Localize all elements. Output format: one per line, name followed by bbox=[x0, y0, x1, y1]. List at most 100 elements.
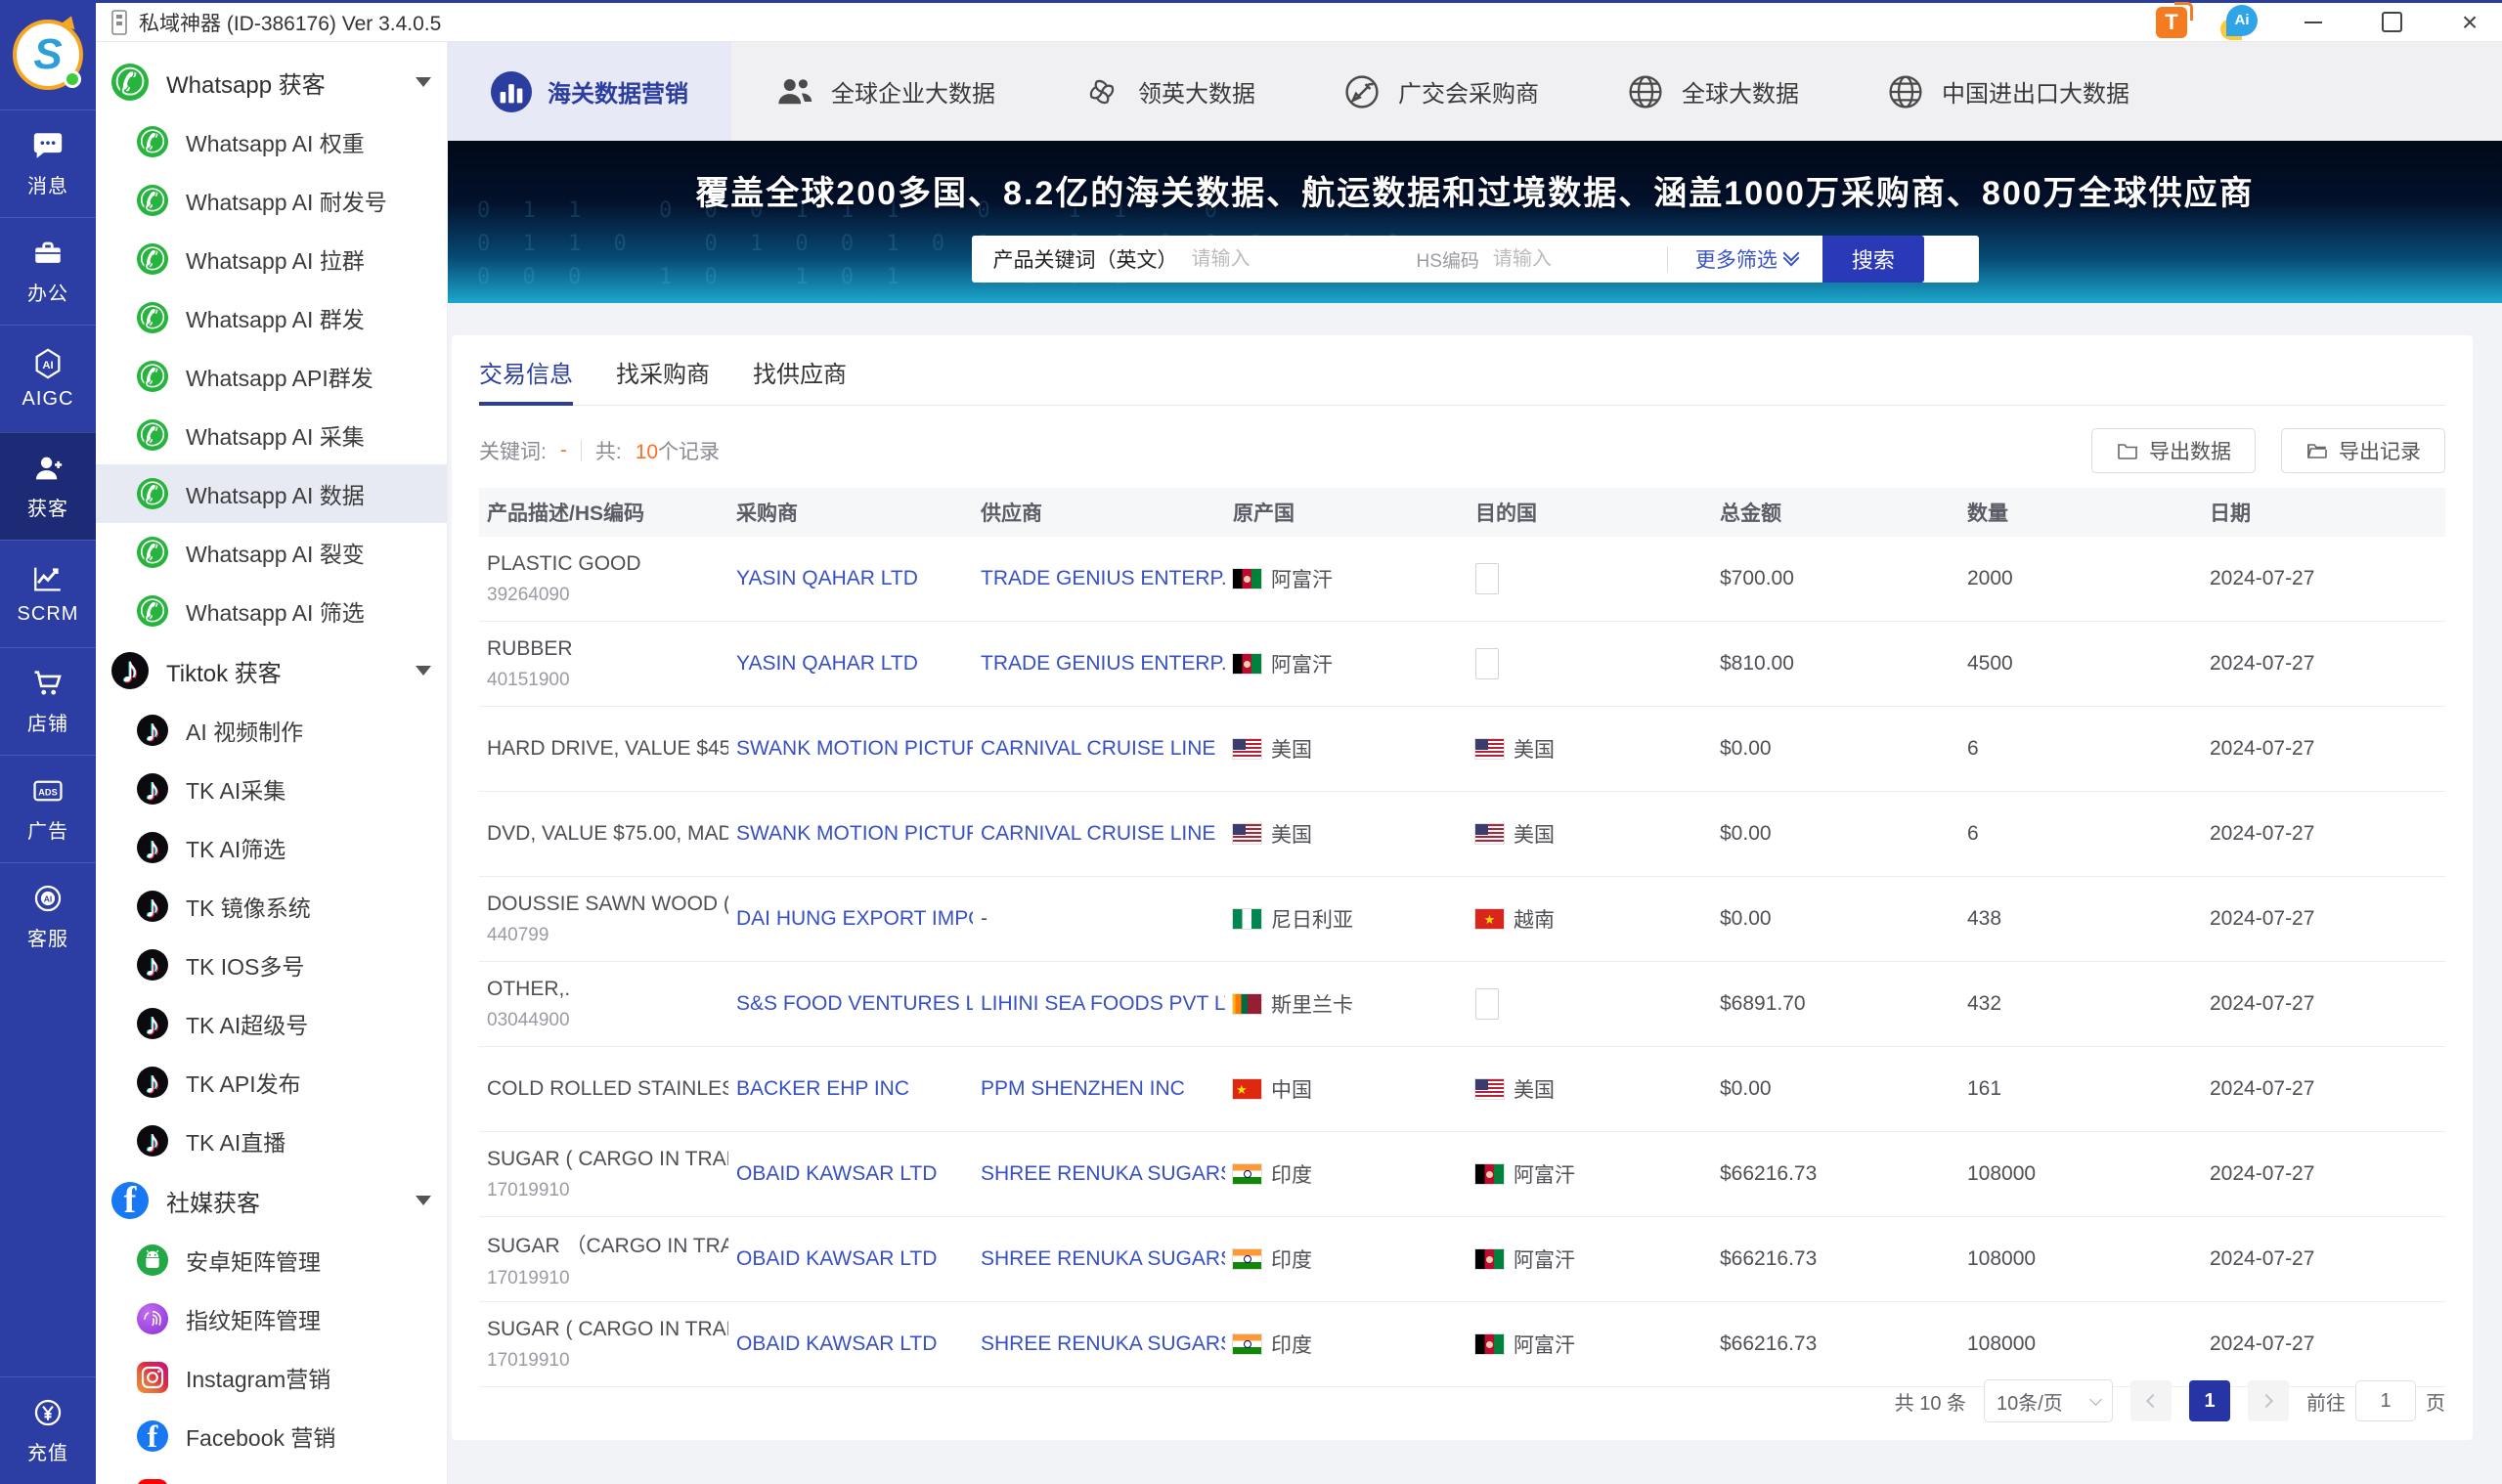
rail-item-4[interactable]: SCRM bbox=[0, 540, 96, 647]
sidebar-item-2-0[interactable]: 安卓矩阵管理 bbox=[96, 1231, 447, 1289]
sidebar-item-0-0[interactable]: ✆ Whatsapp AI 权重 bbox=[96, 112, 447, 171]
buyer-link[interactable]: SWANK MOTION PICTURES bbox=[736, 737, 973, 760]
menu-group-1[interactable]: ♪ Tiktok 获客 bbox=[96, 640, 447, 701]
export-data-button[interactable]: 导出数据 bbox=[2091, 428, 2256, 473]
supplier-link[interactable]: TRADE GENIUS ENTERP... bbox=[981, 652, 1225, 675]
module-tab-3[interactable]: 广交会采购商 bbox=[1298, 42, 1582, 141]
module-tab-label: 全球企业大数据 bbox=[831, 81, 995, 108]
module-tab-5[interactable]: 中国进出口大数据 bbox=[1842, 42, 2173, 141]
table-row-5[interactable]: OTHER,. 03044900 S&S FOOD VENTURES LTD LIHI… bbox=[479, 962, 2445, 1047]
sidebar-item-0-6[interactable]: ✆ Whatsapp AI 数据 bbox=[96, 464, 447, 523]
sidebar-item-0-7[interactable]: ✆ Whatsapp AI 裂变 bbox=[96, 523, 447, 582]
sidebar-item-0-8[interactable]: ✆ Whatsapp AI 筛选 bbox=[96, 582, 447, 640]
table-row-2[interactable]: HARD DRIVE, VALUE $450... SWANK MOTION PI… bbox=[479, 707, 2445, 792]
menu-group-0[interactable]: ✆ Whatsapp 获客 bbox=[96, 52, 447, 112]
module-tab-1[interactable]: 全球企业大数据 bbox=[731, 42, 1038, 141]
supplier-link[interactable]: SHREE RENUKA SUGARS... bbox=[981, 1162, 1225, 1185]
buyer-link[interactable]: YASIN QAHAR LTD bbox=[736, 652, 918, 675]
sidebar-item-2-3[interactable]: f Facebook 营销 bbox=[96, 1407, 447, 1465]
rail-item-6[interactable]: ADS 广告 bbox=[0, 755, 96, 862]
supplier-link[interactable]: TRADE GENIUS ENTERP... bbox=[981, 567, 1225, 589]
keyword-input[interactable] bbox=[1191, 247, 1358, 271]
flag-in-icon bbox=[1233, 1164, 1261, 1184]
buyer-link[interactable]: OBAID KAWSAR LTD bbox=[736, 1162, 937, 1185]
destination-country: ★ 越南 bbox=[1475, 904, 1702, 934]
sidebar-item-0-3[interactable]: ✆ Whatsapp AI 群发 bbox=[96, 288, 447, 347]
minimize-button[interactable] bbox=[2291, 6, 2336, 39]
tab-find-suppliers[interactable]: 找供应商 bbox=[753, 355, 847, 405]
table-row-9[interactable]: SUGAR ( CARGO IN TRAN... 17019910 OBAID KA… bbox=[479, 1302, 2445, 1387]
buyer-link[interactable]: BACKER EHP INC bbox=[736, 1077, 909, 1100]
buyer-link[interactable]: OBAID KAWSAR LTD bbox=[736, 1332, 937, 1355]
rail-item-2[interactable]: AI AIGC bbox=[0, 325, 96, 432]
supplier-link[interactable]: CARNIVAL CRUISE LINE bbox=[981, 822, 1215, 845]
buyer-link[interactable]: SWANK MOTION PICTURES bbox=[736, 822, 973, 845]
rail-item-recharge[interactable]: 充值 bbox=[0, 1376, 96, 1484]
current-page[interactable]: 1 bbox=[2189, 1380, 2230, 1421]
sidebar-item-2-1[interactable]: 指纹矩阵管理 bbox=[96, 1289, 447, 1348]
buyer-link[interactable]: OBAID KAWSAR LTD bbox=[736, 1247, 937, 1270]
rail-item-5[interactable]: 店铺 bbox=[0, 647, 96, 755]
sidebar-item-label: Whatsapp AI 裂变 bbox=[186, 542, 365, 567]
search-button[interactable]: 搜索 bbox=[1822, 236, 1924, 283]
origin-country-label: 美国 bbox=[1271, 739, 1312, 762]
close-button[interactable]: × bbox=[2447, 6, 2492, 39]
sidebar-item-0-1[interactable]: ✆ Whatsapp AI 耐发号 bbox=[96, 171, 447, 230]
module-tab-0[interactable]: 海关数据营销 bbox=[448, 42, 731, 141]
table-row-6[interactable]: COLD ROLLED STAINLES... BACKER EHP INC PPM… bbox=[479, 1047, 2445, 1132]
buyer-link[interactable]: S&S FOOD VENTURES LTD bbox=[736, 992, 973, 1015]
sidebar-item-2-2[interactable]: Instagram营销 bbox=[96, 1348, 447, 1407]
page-size-select[interactable]: 10条/页 bbox=[1984, 1379, 2113, 1422]
rail-item-1[interactable]: 办公 bbox=[0, 217, 96, 325]
sidebar-item-1-1[interactable]: ♪ TK AI采集 bbox=[96, 760, 447, 818]
sidebar-item-0-5[interactable]: ✆ Whatsapp AI 采集 bbox=[96, 406, 447, 464]
next-page-button[interactable] bbox=[2248, 1380, 2289, 1421]
supplier-link[interactable]: SHREE RENUKA SUGARS... bbox=[981, 1332, 1225, 1355]
module-tab-2[interactable]: 领英大数据 bbox=[1038, 42, 1298, 141]
supplier-link[interactable]: SHREE RENUKA SUGARS... bbox=[981, 1247, 1225, 1270]
table-row-4[interactable]: DOUSSIE SAWN WOOD (A... 440799 DAI HUNG EX… bbox=[479, 877, 2445, 962]
quantity: 108000 bbox=[1967, 1247, 2037, 1270]
maximize-button[interactable] bbox=[2369, 6, 2414, 39]
sidebar-item-1-3[interactable]: ♪ TK 镜像系统 bbox=[96, 877, 447, 936]
sidebar-item-1-2[interactable]: ♪ TK AI筛选 bbox=[96, 818, 447, 877]
supplier-link[interactable]: LIHINI SEA FOODS PVT LTD bbox=[981, 992, 1225, 1015]
tab-transactions[interactable]: 交易信息 bbox=[479, 355, 573, 406]
sidebar-item-0-2[interactable]: ✆ Whatsapp AI 拉群 bbox=[96, 230, 447, 288]
sidebar-item-1-4[interactable]: ♪ TK IOS多号 bbox=[96, 936, 447, 994]
table-row-1[interactable]: RUBBER 40151900 YASIN QAHAR LTD TRADE GENIU… bbox=[479, 622, 2445, 707]
module-tab-label: 中国进出口大数据 bbox=[1942, 81, 2129, 108]
sidebar-item-1-5[interactable]: ♪ TK AI超级号 bbox=[96, 994, 447, 1053]
origin-country: 美国 bbox=[1233, 734, 1458, 764]
app-logo[interactable]: S bbox=[0, 0, 96, 109]
supplier-link[interactable]: CARNIVAL CRUISE LINE bbox=[981, 737, 1215, 760]
prev-page-button[interactable] bbox=[2130, 1380, 2172, 1421]
rail-item-7[interactable]: AI 客服 bbox=[0, 862, 96, 970]
ai-chat-icon[interactable]: Ai bbox=[2220, 4, 2258, 40]
hs-code-input[interactable] bbox=[1492, 247, 1659, 271]
table-row-0[interactable]: PLASTIC GOOD 39264090 YASIN QAHAR LTD TRADE… bbox=[479, 537, 2445, 622]
leads-icon bbox=[31, 452, 65, 485]
menu-group-2[interactable]: f 社媒获客 bbox=[96, 1170, 447, 1231]
tab-find-buyers[interactable]: 找采购商 bbox=[616, 355, 710, 405]
sidebar-item-1-0[interactable]: ♪ AI 视频制作 bbox=[96, 701, 447, 760]
table-row-7[interactable]: SUGAR ( CARGO IN TRAN... 17019910 OBAID KA… bbox=[479, 1132, 2445, 1217]
more-filters-link[interactable]: 更多筛选 bbox=[1695, 244, 1800, 274]
sidebar-item-label: Whatsapp AI 筛选 bbox=[186, 600, 365, 626]
sidebar-item-1-6[interactable]: ♪ TK API发布 bbox=[96, 1053, 447, 1112]
goto-page-input[interactable] bbox=[2355, 1380, 2416, 1421]
sidebar-item-0-4[interactable]: ✆ Whatsapp API群发 bbox=[96, 347, 447, 406]
translate-icon[interactable]: T bbox=[2156, 1, 2193, 38]
rail-item-0[interactable]: 消息 bbox=[0, 109, 96, 217]
buyer-link[interactable]: DAI HUNG EXPORT IMPO... bbox=[736, 907, 973, 930]
table-row-8[interactable]: SUGAR （CARGO IN TRA... 17019910 OBAID KAWS… bbox=[479, 1217, 2445, 1302]
sidebar-item-1-7[interactable]: ♪ TK AI直播 bbox=[96, 1112, 447, 1170]
hs-code-label: HS编码 bbox=[1416, 250, 1479, 272]
module-tab-4[interactable]: 全球大数据 bbox=[1582, 42, 1842, 141]
buyer-link[interactable]: YASIN QAHAR LTD bbox=[736, 567, 918, 589]
export-records-button[interactable]: 导出记录 bbox=[2281, 428, 2445, 473]
supplier-link[interactable]: PPM SHENZHEN INC bbox=[981, 1077, 1185, 1100]
sidebar-item-2-4[interactable]: ▶ Youtube 营销 bbox=[96, 1465, 447, 1484]
table-row-3[interactable]: DVD, VALUE $75.00, MAD... SWANK MOTION PI… bbox=[479, 792, 2445, 877]
rail-item-3[interactable]: 获客 bbox=[0, 432, 96, 540]
